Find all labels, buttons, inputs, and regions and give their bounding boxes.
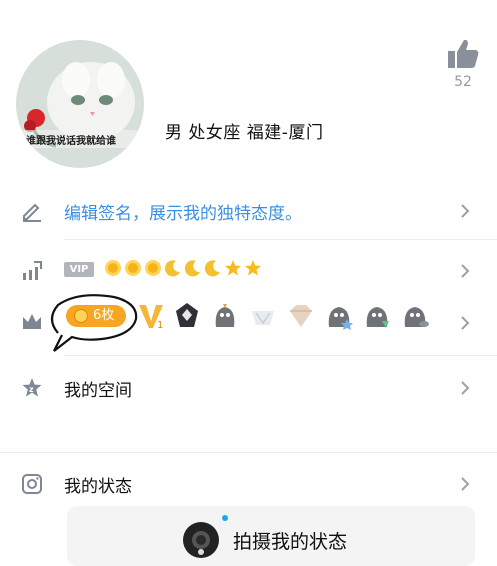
badge-count-pill[interactable]: 6枚: [66, 305, 126, 327]
sun-level-icon: [105, 260, 121, 276]
sun-level-icon: [145, 260, 161, 276]
thumbs-up-icon: [448, 39, 479, 68]
crown-icon: [23, 314, 41, 329]
edit-signature-row[interactable]: 编辑签名，展示我的独特态度。: [0, 183, 497, 239]
crown-badge-icon: [252, 311, 274, 325]
star-icon: z: [22, 378, 42, 397]
moon-level-icon: [184, 260, 200, 277]
sun-level-icon: [125, 260, 141, 276]
penguin-gem-badge-icon: [366, 307, 389, 328]
camera-lens-icon: [192, 531, 210, 555]
level-up-icon: [23, 261, 42, 280]
moon-level-icon: [204, 260, 220, 277]
avatar[interactable]: 谁跟我说话我就给谁: [16, 40, 144, 168]
vip-badge-icon: 1: [139, 305, 163, 331]
new-indicator-dot: [222, 515, 228, 521]
moon-level-icon: [164, 260, 180, 277]
penguin-badge-icon: [215, 304, 235, 327]
avatar-image: [16, 40, 144, 168]
gem-badge-icon: [290, 305, 312, 327]
divider: [64, 355, 497, 356]
camera-capture-button[interactable]: [183, 522, 219, 558]
vip-tag: VIP: [64, 262, 94, 277]
my-status-row[interactable]: 我的状态: [0, 456, 497, 512]
svg-text:z: z: [29, 385, 34, 394]
avatar-caption: 谁跟我说话我就给谁: [26, 136, 116, 147]
like-button[interactable]: 52: [440, 38, 486, 90]
profile-info: 男 处女座 福建-厦门: [165, 123, 324, 143]
star-level-icon: [245, 260, 261, 276]
chevron-right-icon: [461, 264, 470, 278]
chevron-right-icon: [461, 316, 470, 330]
chevron-right-icon: [461, 381, 470, 395]
like-count: 52: [454, 74, 472, 90]
vip-level-row[interactable]: VIP: [0, 243, 497, 299]
camera-icon: [22, 474, 42, 494]
chevron-right-icon: [461, 477, 470, 491]
signature-label: 编辑签名，展示我的独特态度。: [64, 204, 302, 224]
medal-badge-icon: [176, 303, 198, 327]
badges-row[interactable]: 6枚 1: [0, 294, 497, 355]
capture-status-label: 拍摄我的状态: [233, 531, 348, 553]
penguin-fish-badge-icon: [404, 307, 429, 327]
divider: [0, 452, 497, 453]
my-space-label: 我的空间: [64, 381, 132, 401]
pen-icon: [23, 203, 41, 222]
star-level-icon: [225, 260, 241, 276]
svg-text:1: 1: [157, 320, 163, 331]
divider: [64, 239, 497, 240]
penguin-star-badge-icon: [328, 307, 353, 330]
badge-count: 6枚: [93, 308, 115, 323]
coin-icon: [74, 309, 88, 323]
chevron-right-icon: [461, 204, 470, 218]
my-space-row[interactable]: z 我的空间: [0, 360, 497, 416]
my-status-label: 我的状态: [64, 477, 132, 497]
